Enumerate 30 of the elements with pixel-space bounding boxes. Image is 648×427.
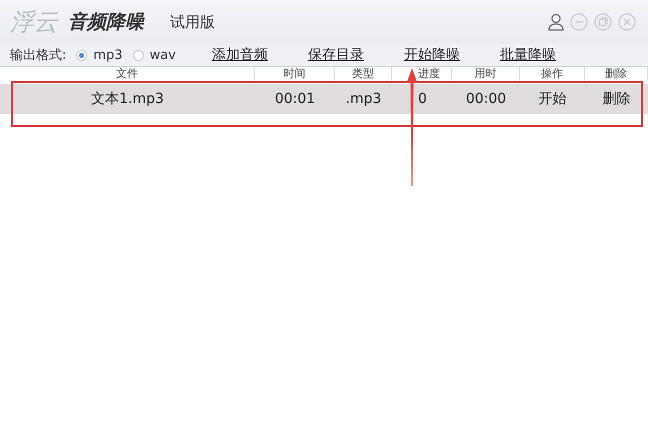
table-cell-text: 0 [417,91,428,107]
format-option[interactable]: mp3 [93,48,123,62]
format-option[interactable]: wav [150,48,176,62]
minimize-icon[interactable] [570,13,588,31]
column-header: 文件 [0,67,255,81]
toolbar-link[interactable]: 开始降噪 [404,46,460,64]
app-logo: 浮云 [10,7,58,38]
table-cell-text: 文本1.mp3 [90,90,165,108]
radio-button[interactable] [76,50,88,60]
radio-button[interactable] [132,50,144,60]
table-cell[interactable]: 删除 [585,90,648,108]
close-icon[interactable] [618,13,636,31]
table-cell[interactable]: 开始 [520,90,585,108]
user-icon[interactable] [548,13,564,31]
table-cell-text: 00:00 [464,91,508,107]
column-header: 删除 [585,67,648,81]
column-header: 类型 [335,67,392,81]
restore-icon[interactable] [594,13,612,31]
toolbar-link[interactable]: 添加音频 [212,46,268,64]
column-header: 用时 [452,67,520,81]
table-row[interactable]: 文本1.mp3 00:01 .mp3 0 00:00 开始 删除 [0,84,648,114]
format-label: 输出格式: [10,47,66,64]
column-header: 操作 [520,67,585,81]
edition-label: 试用版 [170,12,215,32]
table-cell-text: 00:01 [274,91,316,107]
column-header: 时间 [255,67,335,81]
table-cell-text: .mp3 [344,91,382,107]
toolbar-link[interactable]: 保存目录 [308,46,364,64]
window-title: 音频降噪 [68,10,144,35]
toolbar-link[interactable]: 批量降噪 [500,46,556,64]
